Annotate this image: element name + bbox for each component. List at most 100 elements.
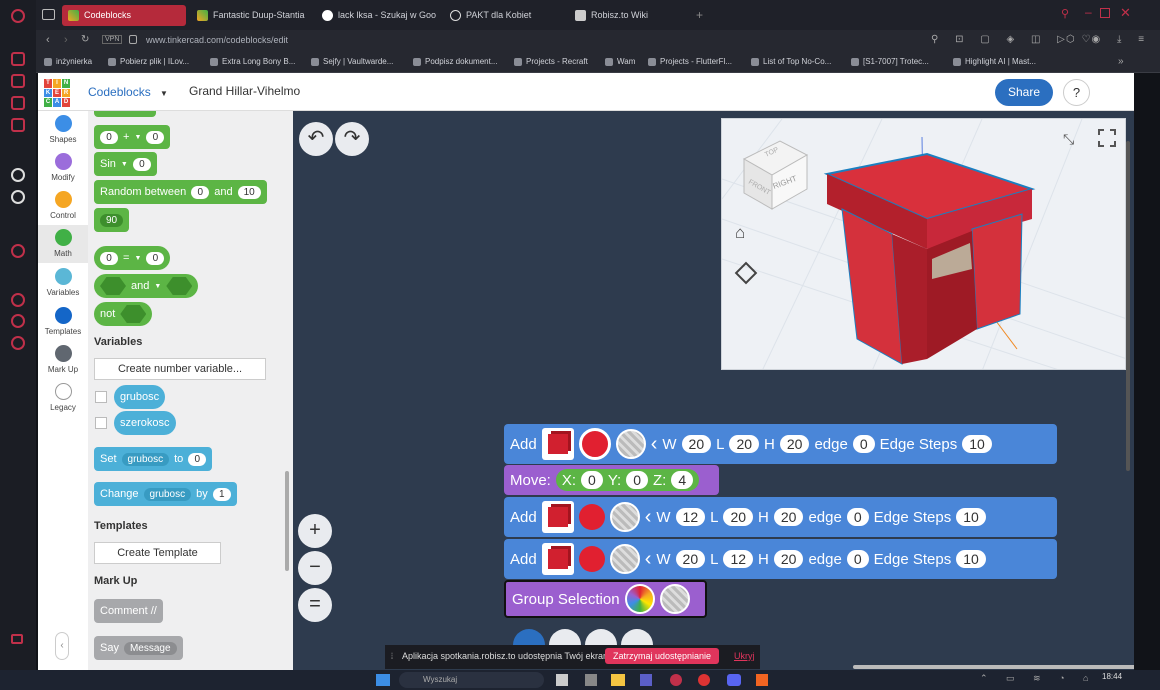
zoom-in-button[interactable]: + (298, 514, 332, 548)
and-block[interactable]: and ▼ (94, 274, 199, 298)
bookmark-item[interactable]: Sejfy | Vaultwarde... (311, 57, 393, 66)
create-variable-button[interactable]: Create number variable... (94, 358, 266, 380)
new-tab-icon[interactable]: + (696, 8, 703, 22)
multicolor-picker[interactable] (624, 584, 655, 614)
zoom-reset-button[interactable]: = (298, 588, 332, 622)
height-input[interactable]: 20 (773, 550, 804, 568)
operator-dropdown[interactable]: + (123, 131, 129, 143)
category-legacy[interactable]: Legacy (38, 379, 88, 417)
workspace-scrollbar[interactable] (853, 665, 1134, 669)
workspaces-icon[interactable] (42, 9, 55, 20)
add-shape-block[interactable]: Add ‹ W 20 L 20 H 20 edge 0 Edge Steps 1… (504, 424, 1057, 464)
share-button[interactable]: Share (995, 79, 1053, 106)
move-x-input[interactable]: 0 (581, 471, 603, 489)
not-block[interactable]: not (94, 302, 153, 326)
category-modify[interactable]: Modify (38, 149, 88, 187)
variable-checkbox[interactable] (95, 417, 107, 429)
palette-scrollbar[interactable] (285, 471, 289, 571)
sidebar-app-icon[interactable] (11, 74, 25, 88)
bookmark-item[interactable]: Pobierz plik | ILov... (108, 57, 189, 66)
cube-shape-icon[interactable] (541, 428, 574, 460)
settings-icon[interactable] (11, 336, 25, 350)
random-block[interactable]: Random between 0 and 10 (94, 180, 267, 204)
random-max-input[interactable]: 10 (237, 185, 261, 199)
tab-codeblocks[interactable]: Codeblocks (62, 5, 186, 26)
operand-input[interactable]: 0 (100, 251, 118, 265)
variable-checkbox[interactable] (95, 391, 107, 403)
help-button[interactable]: ? (1063, 79, 1090, 106)
bookmark-item[interactable]: Projects - FlutterFl... (648, 57, 732, 66)
cube-shape-icon[interactable] (541, 543, 574, 575)
operand-input[interactable]: 0 (146, 130, 165, 144)
move-y-input[interactable]: 0 (626, 471, 648, 489)
compare-block[interactable]: 0 = ▼ 0 (94, 246, 171, 270)
maximize-icon[interactable] (1100, 8, 1110, 18)
category-markup[interactable]: Mark Up (38, 341, 88, 379)
category-control[interactable]: Control (38, 187, 88, 225)
tinkercad-logo[interactable]: T I N K E R C A D (44, 79, 70, 107)
change-value-input[interactable]: 1 (212, 487, 231, 501)
operator-dropdown[interactable]: = (123, 252, 129, 264)
operand-input[interactable]: 0 (100, 130, 118, 144)
opera-taskbar-icon[interactable] (670, 674, 682, 686)
move-block[interactable]: Move: X: 0 Y: 0 Z: 4 (504, 465, 719, 495)
width-input[interactable]: 20 (681, 435, 712, 453)
fullscreen-icon[interactable] (1098, 129, 1116, 147)
comment-block[interactable]: Comment // (94, 599, 163, 623)
home-view-icon[interactable]: ⌂ (735, 223, 745, 243)
redo-button[interactable]: ↷ (335, 122, 369, 156)
3d-viewport[interactable]: TOP FRONT RIGHT ⤡ ⌂ (721, 118, 1126, 370)
variable-dropdown[interactable]: grubosc (121, 452, 170, 466)
width-input[interactable]: 12 (675, 508, 706, 526)
set-value-input[interactable]: 0 (188, 452, 207, 466)
edge-steps-input[interactable]: 10 (956, 550, 986, 568)
bookmark-item[interactable]: Highlight AI | Mast... (953, 57, 1036, 66)
number-block[interactable]: 90 (94, 208, 130, 232)
search-tabs-icon[interactable]: ⚲ (1061, 7, 1069, 20)
cube-shape-icon[interactable] (541, 501, 574, 533)
bookmark-item[interactable]: Podpisz dokument... (413, 57, 497, 66)
category-shapes[interactable]: Shapes (38, 111, 88, 149)
exit-fullscreen-icon[interactable]: ⤡ (1063, 131, 1074, 148)
tab-robisz[interactable]: Robisz.to Wiki (569, 5, 689, 26)
hole-toggle[interactable] (659, 584, 690, 614)
create-template-button[interactable]: Create Template (94, 542, 221, 564)
category-math[interactable]: Math (38, 225, 88, 263)
height-input[interactable]: 20 (779, 435, 810, 453)
group-selection-block[interactable]: Group Selection (504, 580, 707, 618)
bookmark-item[interactable]: Extra Long Bony B... (210, 57, 295, 66)
taskbar-app-icon[interactable] (698, 674, 710, 686)
edge-input[interactable]: 0 (852, 435, 875, 453)
taskbar-search[interactable]: Wyszukaj (399, 672, 544, 688)
add-shape-block[interactable]: Add ‹ W 20 L 12 H 20 edge 0 Edge Steps 1… (504, 539, 1057, 579)
sidebar-app-icon[interactable] (11, 118, 25, 132)
reload-icon[interactable]: ↻ (81, 34, 89, 45)
bookmark-item[interactable]: Wam (605, 57, 635, 66)
extension-icons[interactable]: ⬡ ◉ ⤓ ≡ (1066, 34, 1151, 45)
file-explorer-icon[interactable] (611, 674, 625, 686)
color-picker[interactable] (578, 504, 605, 530)
hide-banner-link[interactable]: Ukryj (734, 651, 755, 661)
bookmark-item[interactable]: inżynierka (44, 57, 92, 66)
hole-toggle[interactable] (609, 502, 640, 532)
length-input[interactable]: 20 (729, 435, 760, 453)
edge-steps-input[interactable]: 10 (956, 508, 986, 526)
random-min-input[interactable]: 0 (191, 185, 210, 199)
undo-button[interactable]: ↶ (299, 122, 333, 156)
say-block[interactable]: Say Message (94, 636, 183, 660)
variable-grubosc[interactable]: grubosc (114, 385, 166, 409)
forward-icon[interactable]: › (64, 34, 68, 46)
edge-steps-input[interactable]: 10 (962, 435, 992, 453)
collapse-arrow-icon[interactable]: ‹ (651, 433, 658, 456)
vpn-badge[interactable]: VPN (102, 35, 123, 44)
width-input[interactable]: 20 (675, 550, 706, 568)
minimize-icon[interactable]: – (1085, 5, 1092, 19)
operand-input[interactable]: 0 (146, 251, 165, 265)
taskbar-app-icon[interactable] (756, 674, 768, 686)
collapse-sidebar-button[interactable]: ‹ (55, 632, 69, 660)
hole-toggle[interactable] (609, 544, 640, 574)
history-icon[interactable] (11, 293, 25, 307)
add-shape-block[interactable]: Add ‹ W 12 L 20 H 20 edge 0 Edge Steps 1… (504, 497, 1057, 537)
bookmark-item[interactable]: List of Top No-Co... (751, 57, 831, 66)
sidebar-app-icon[interactable] (11, 52, 25, 66)
